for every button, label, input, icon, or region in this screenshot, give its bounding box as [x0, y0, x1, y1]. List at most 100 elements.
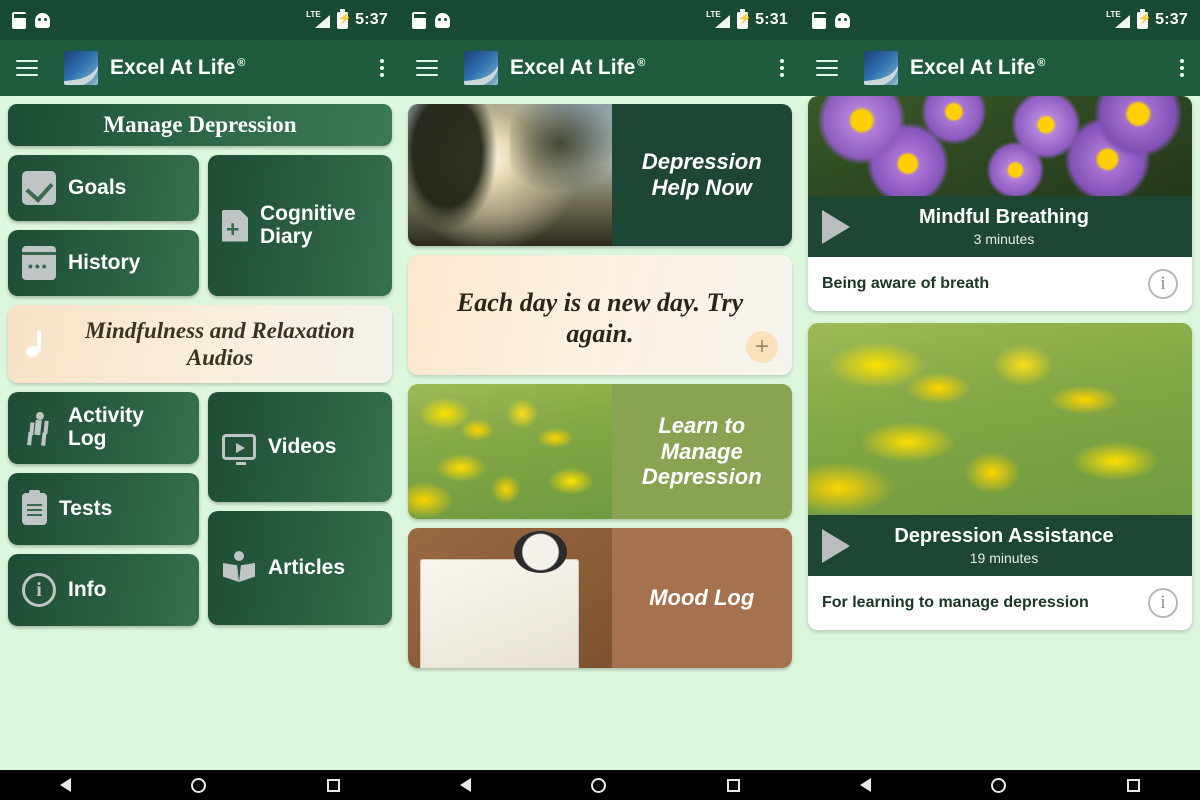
sd-card-icon — [812, 11, 827, 29]
trademark-mark: ® — [1037, 57, 1046, 69]
status-left-icons — [412, 11, 450, 29]
info-icon[interactable] — [1148, 588, 1178, 618]
status-bar: LTE 5:31 — [400, 0, 800, 40]
photo-yellow-wildflower-meadow — [808, 323, 1192, 515]
play-icon[interactable] — [822, 528, 850, 563]
play-icon[interactable] — [822, 209, 850, 244]
menu-grid-bottom: Activity Log Tests Info — [8, 392, 392, 626]
audio-meta: Depression Assistance 19 minutes — [858, 525, 1150, 566]
back-button[interactable] — [860, 778, 872, 792]
card-mood-log[interactable]: Mood Log — [408, 528, 792, 668]
page-title: Manage Depression — [8, 104, 392, 146]
app-title: Excel At Life ® — [110, 56, 245, 80]
lte-signal-icon: LTE — [1106, 10, 1131, 29]
menu-column-left: Goals History — [8, 155, 199, 296]
status-bar: LTE 5:37 — [0, 0, 400, 40]
photo-purple-aster-flowers — [808, 96, 1192, 196]
audio-title: Mindful Breathing — [919, 206, 1089, 228]
back-button[interactable] — [60, 778, 72, 792]
status-left-icons — [812, 11, 850, 29]
document-add-icon — [222, 209, 248, 242]
photo-misty-sunrise-road — [408, 104, 612, 246]
tile-history[interactable]: History — [8, 230, 199, 296]
excel-at-life-logo — [464, 51, 498, 85]
audio-description: Being aware of breath — [822, 275, 990, 292]
app-bar: Excel At Life ® — [400, 40, 800, 96]
info-circle-icon — [22, 573, 56, 607]
tile-history-label: History — [68, 250, 141, 274]
card-learn-to-manage-depression[interactable]: Learn to Manage Depression — [408, 384, 792, 519]
recents-button[interactable] — [1126, 778, 1140, 792]
android-head-icon — [835, 12, 850, 28]
app-title: Excel At Life ® — [510, 56, 645, 80]
recents-button[interactable] — [726, 778, 740, 792]
back-button[interactable] — [460, 778, 472, 792]
home-button[interactable] — [991, 777, 1007, 793]
android-nav-bar — [0, 770, 1200, 800]
panel-body-cards: Depression Help Now Each day is a new da… — [400, 96, 800, 770]
panel-strip: LTE 5:37 Excel At Life® Manage Depressio… — [0, 0, 1200, 770]
card-learn-to-manage-depression-label: Learn to Manage Depression — [641, 413, 762, 490]
battery-charging-icon — [337, 8, 352, 29]
status-right-icons: LTE 5:37 — [306, 8, 388, 29]
calendar-icon — [22, 246, 56, 280]
tile-activity-log-label: Activity Log — [68, 404, 144, 450]
audio-duration: 3 minutes — [973, 231, 1035, 247]
kebab-menu-icon[interactable] — [780, 59, 784, 77]
status-clock: 5:37 — [1155, 11, 1188, 28]
clipboard-icon — [22, 490, 47, 525]
add-quote-button[interactable]: + — [746, 331, 778, 363]
audio-title: Depression Assistance — [894, 525, 1114, 547]
home-button[interactable] — [191, 777, 207, 793]
hamburger-icon[interactable] — [816, 60, 838, 76]
photo-journal-and-coffee — [408, 528, 612, 668]
nav-group-2 — [400, 770, 800, 800]
panel-manage-depression: LTE 5:37 Excel At Life® Manage Depressio… — [0, 0, 400, 770]
app-bar: Excel At Life ® — [0, 40, 400, 96]
audio-player-bar: Mindful Breathing 3 minutes — [808, 196, 1192, 257]
tile-activity-log[interactable]: Activity Log — [8, 392, 199, 464]
tile-articles[interactable]: Articles — [208, 511, 392, 625]
card-label-area: Mood Log — [611, 528, 792, 668]
home-button[interactable] — [591, 777, 607, 793]
kebab-menu-icon[interactable] — [1180, 59, 1184, 77]
audio-footer: For learning to manage depression — [808, 576, 1192, 630]
mindfulness-audios-banner[interactable]: Mindfulness and Relaxation Audios — [8, 305, 392, 383]
tile-tests[interactable]: Tests — [8, 473, 199, 545]
excel-at-life-logo — [64, 51, 98, 85]
battery-charging-icon — [737, 8, 752, 29]
tile-videos[interactable]: Videos — [208, 392, 392, 502]
android-head-icon — [435, 12, 450, 28]
audio-footer: Being aware of breath — [808, 257, 1192, 311]
hamburger-icon[interactable] — [16, 60, 38, 76]
tile-cognitive-diary-label: Cognitive Diary — [260, 201, 356, 248]
status-clock: 5:31 — [755, 11, 788, 28]
panel-body-menu: Manage Depression Goals History — [0, 96, 400, 770]
app-title-text: Excel At Life — [910, 56, 1036, 79]
tile-info[interactable]: Info — [8, 554, 199, 626]
recents-button[interactable] — [326, 778, 340, 792]
tile-info-label: Info — [68, 577, 107, 601]
info-icon[interactable] — [1148, 269, 1178, 299]
hamburger-icon[interactable] — [416, 60, 438, 76]
app-title-text: Excel At Life — [510, 56, 636, 79]
photo-yellow-wildflower-meadow — [408, 384, 612, 519]
tile-tests-label: Tests — [59, 496, 113, 520]
audio-card-depression-assistance[interactable]: Depression Assistance 19 minutes For lea… — [808, 323, 1192, 630]
menu-column-right-2: Videos Articles — [208, 392, 392, 626]
panel-feature-cards: LTE 5:31 Excel At Life® Depression Hel — [400, 0, 800, 770]
walking-person-icon — [22, 411, 56, 445]
card-depression-help-now[interactable]: Depression Help Now — [408, 104, 792, 246]
battery-charging-icon — [1137, 8, 1152, 29]
audio-card-mindful-breathing[interactable]: Mindful Breathing 3 minutes Being aware … — [808, 96, 1192, 311]
signal-bars — [715, 15, 731, 28]
lte-signal-icon: LTE — [306, 10, 331, 29]
kebab-menu-icon[interactable] — [380, 59, 384, 77]
menu-column-right: Cognitive Diary — [208, 155, 392, 296]
tile-goals[interactable]: Goals — [8, 155, 199, 221]
audio-meta: Mindful Breathing 3 minutes — [858, 206, 1150, 247]
video-monitor-icon — [222, 434, 256, 465]
tile-cognitive-diary[interactable]: Cognitive Diary — [208, 155, 392, 296]
quote-card[interactable]: Each day is a new day. Try again. + — [408, 255, 792, 375]
audio-duration: 19 minutes — [969, 550, 1039, 566]
